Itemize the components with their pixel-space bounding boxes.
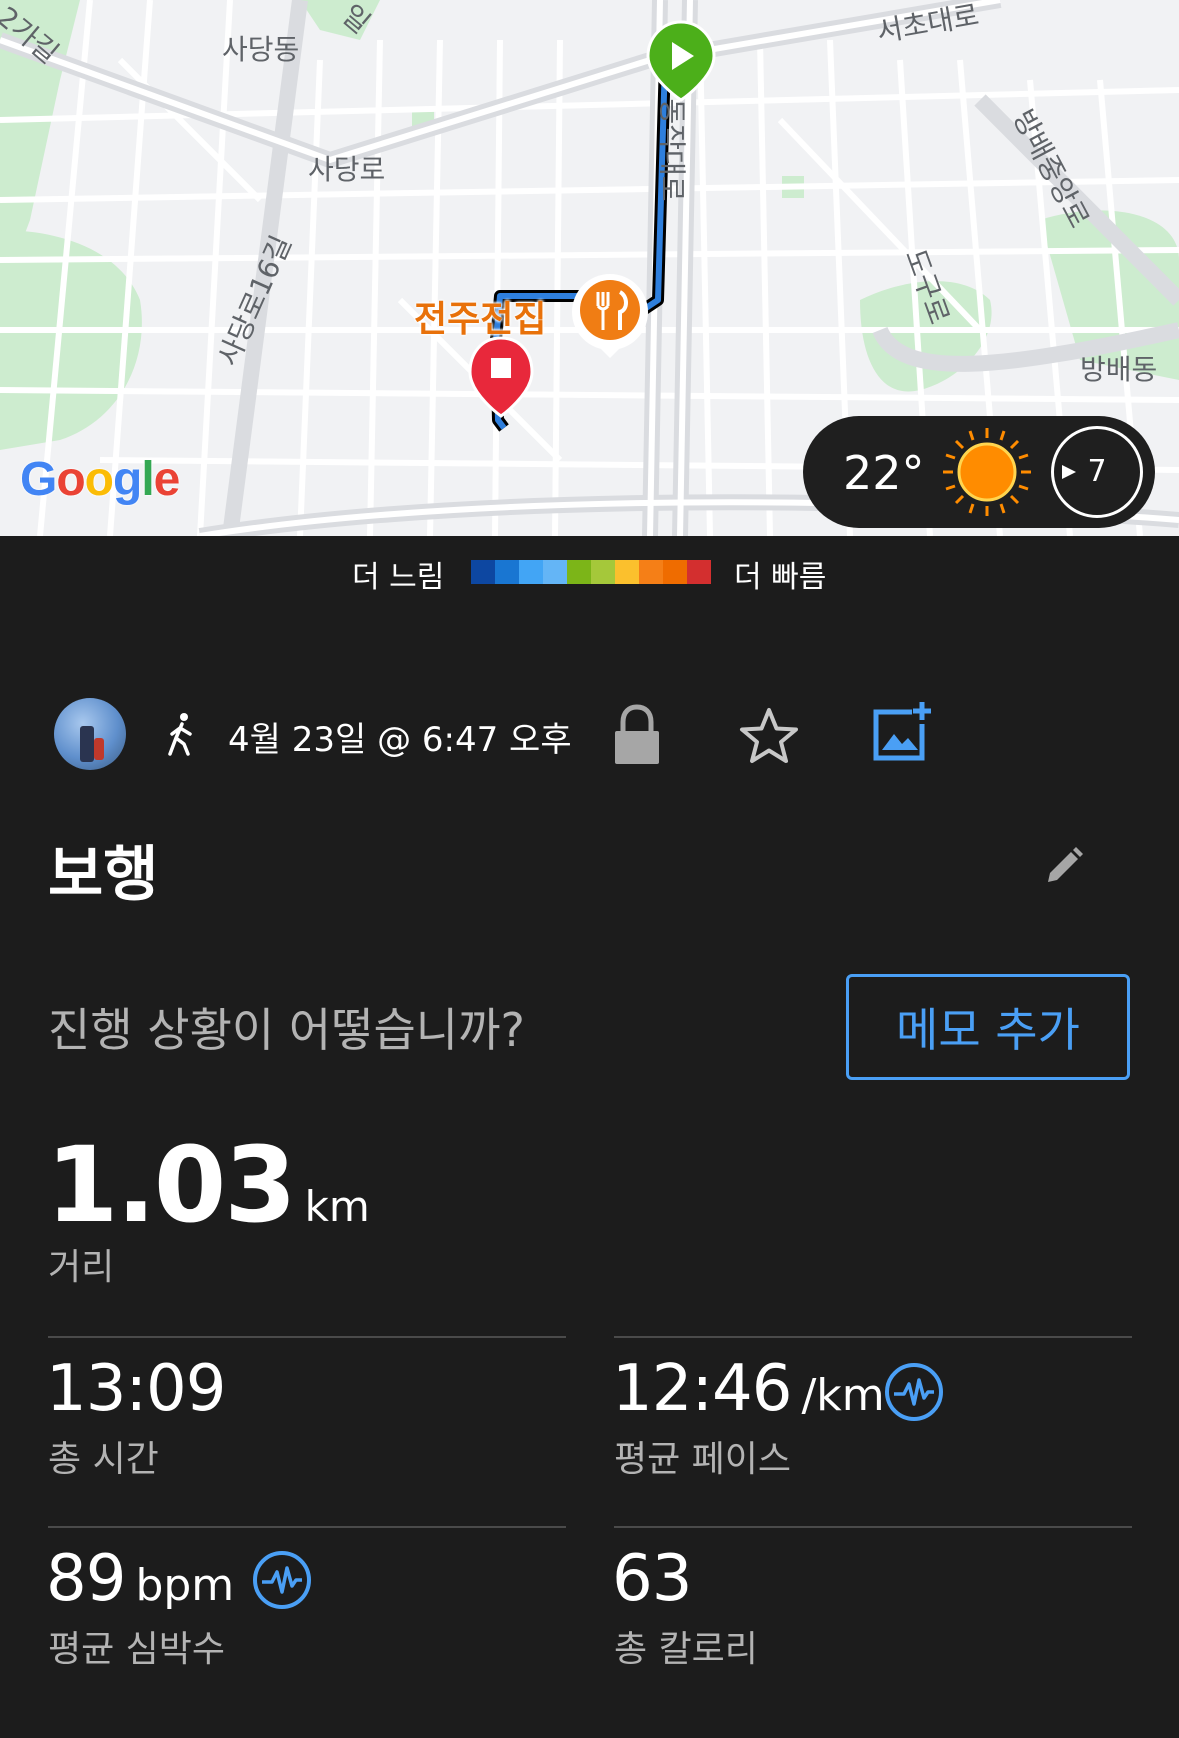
pace-chart-icon[interactable]	[884, 1362, 944, 1422]
map-label: 방배동	[1080, 353, 1158, 386]
heart-rate-chart-icon[interactable]	[252, 1550, 312, 1610]
avg-pace-label: 평균 페이스	[614, 1439, 792, 1480]
activity-map[interactable]: 사당동 사당로 사당로16길 2가길 일 서초대로 동작대로 방배중앙로 도구로…	[0, 0, 1179, 536]
pace-color-segment	[495, 560, 519, 584]
pace-color-segment	[663, 560, 687, 584]
walking-icon	[168, 713, 192, 756]
lock-icon[interactable]	[612, 704, 662, 766]
pace-color-segment	[615, 560, 639, 584]
avg-hr-label: 평균 심박수	[48, 1629, 226, 1670]
distance-label: 거리	[48, 1247, 115, 1288]
avg-pace-number: 12:46	[612, 1352, 792, 1426]
total-time-value: 13:09	[46, 1352, 226, 1426]
distance-value: 1.03	[46, 1124, 297, 1246]
avg-pace-unit: /km	[801, 1370, 885, 1421]
calories-label: 총 칼로리	[614, 1629, 758, 1670]
wind-speed: 7	[1087, 454, 1107, 489]
wind-indicator: 7	[1051, 426, 1143, 518]
pace-legend: 더 느림 더 빠름	[0, 548, 1179, 598]
divider	[614, 1526, 1132, 1528]
poi-label[interactable]: 전주전집	[414, 290, 546, 342]
avg-pace-value: 12:46/km	[612, 1352, 885, 1426]
total-time-label: 총 시간	[48, 1439, 159, 1480]
distance-display: 1.03 km	[46, 1124, 370, 1246]
avg-hr-number: 89	[46, 1542, 126, 1616]
map-label: 사당동	[222, 33, 300, 66]
total-time-number: 13:09	[46, 1352, 226, 1426]
divider	[48, 1336, 566, 1338]
avg-hr-unit: bpm	[135, 1560, 235, 1611]
progress-prompt: 진행 상황이 어떻습니까?	[48, 1003, 525, 1057]
activity-title: 보행	[48, 840, 159, 910]
divider	[48, 1526, 566, 1528]
map-label: 동작대로	[655, 98, 689, 202]
divider	[614, 1336, 1132, 1338]
avg-hr-value: 89 bpm	[46, 1542, 234, 1616]
google-logo: Google	[20, 453, 180, 506]
pace-color-bar	[471, 560, 711, 584]
weather-widget[interactable]: 22° 7	[803, 416, 1155, 528]
restaurant-poi-icon	[572, 274, 648, 358]
end-marker-icon	[468, 336, 534, 418]
temperature: 22°	[843, 446, 925, 500]
legend-fast-label: 더 빠름	[734, 560, 827, 595]
pace-color-segment	[639, 560, 663, 584]
pace-color-segment	[519, 560, 543, 584]
pace-color-segment	[687, 560, 711, 584]
calories-number: 63	[612, 1542, 692, 1616]
star-icon[interactable]	[738, 706, 800, 766]
activity-date: 4월 23일 @ 6:47 오후	[228, 720, 572, 760]
pace-color-segment	[471, 560, 495, 584]
add-photo-icon[interactable]	[872, 700, 936, 764]
edit-pencil-icon[interactable]	[1044, 846, 1084, 886]
calories-value: 63	[612, 1542, 692, 1616]
pace-color-segment	[591, 560, 615, 584]
avatar[interactable]	[54, 698, 126, 770]
pace-color-segment	[543, 560, 567, 584]
add-memo-button[interactable]: 메모 추가	[846, 974, 1130, 1080]
distance-unit: km	[304, 1182, 370, 1231]
legend-slow-label: 더 느림	[352, 560, 445, 595]
pace-color-segment	[567, 560, 591, 584]
map-label: 사당로	[308, 153, 386, 186]
sun-icon	[943, 428, 1031, 516]
